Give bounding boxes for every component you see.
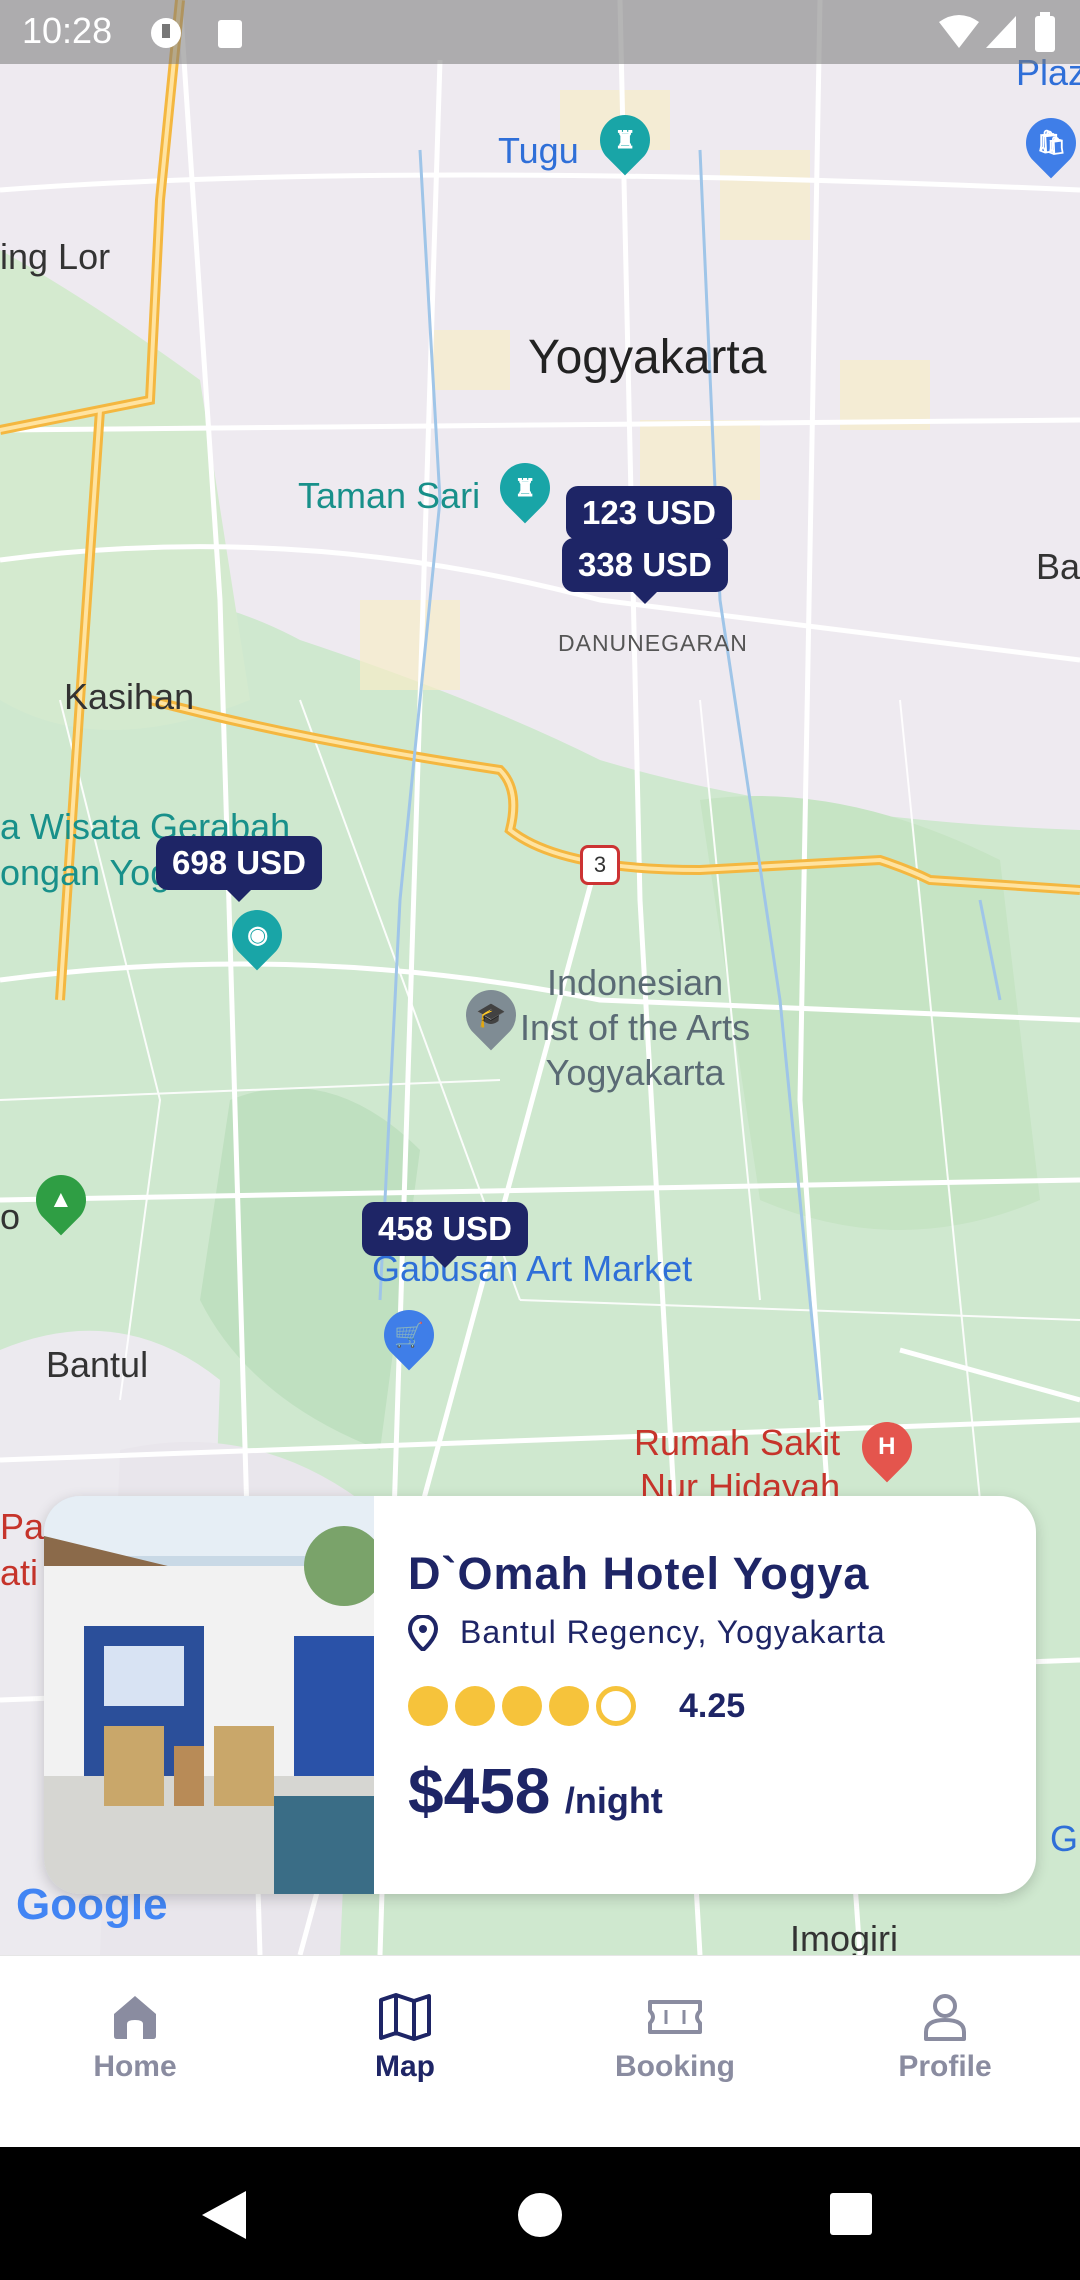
place-label-imogiri: Imogiri — [790, 1918, 899, 1955]
price-unit: /night — [564, 1780, 663, 1821]
ticket-icon — [648, 2000, 702, 2034]
rating-star-icon — [549, 1686, 589, 1726]
signal-icon — [986, 16, 1016, 48]
map-icon — [379, 1993, 431, 2041]
nav-label-booking: Booking — [615, 2050, 735, 2083]
hotel-price: $458 /night — [408, 1754, 663, 1828]
place-label-isi: Indonesian Inst of the Arts Yogyakarta — [520, 960, 750, 1095]
nav-item-booking[interactable]: Booking — [540, 1956, 810, 2148]
hotel-location: Bantul Regency, Yogyakarta — [460, 1614, 886, 1650]
nav-label-profile: Profile — [898, 2050, 992, 2083]
nav-label-home: Home — [93, 2050, 177, 2083]
nav-label-map: Map — [375, 2050, 435, 2083]
rating-value: 4.25 — [679, 1686, 746, 1725]
place-label-rs-line1: Rumah Sakit — [634, 1422, 841, 1463]
battery-icon — [1035, 12, 1055, 52]
place-label-isi-line1: Indonesian — [546, 962, 724, 1003]
recents-icon[interactable] — [828, 2191, 874, 2237]
price-amount: $458 — [408, 1755, 551, 1827]
rating-star-empty-icon — [596, 1686, 636, 1726]
place-label-ring-lor: ing Lor — [0, 236, 111, 277]
price-marker[interactable]: 123 USD — [566, 486, 732, 552]
place-label-yogyakarta: Yogyakarta — [528, 331, 767, 384]
place-label-isi-line3: Yogyakarta — [545, 1052, 725, 1093]
price-marker[interactable]: 458 USD — [362, 1202, 528, 1268]
place-label-kasihan: Kasihan — [64, 676, 195, 717]
hotel-photo — [44, 1496, 374, 1894]
place-label-g: G — [1050, 1818, 1079, 1859]
place-label-wisata-line2: ongan Yog — [0, 852, 171, 893]
rating-star-icon — [455, 1686, 495, 1726]
hotel-rating: 4.25 — [408, 1686, 745, 1726]
price-marker[interactable]: 338 USD — [562, 538, 728, 604]
place-label-ba: Ba — [1036, 546, 1080, 587]
road-number-badge: 3 — [580, 845, 620, 885]
place-label-taman-sari: Taman Sari — [298, 475, 481, 516]
back-icon[interactable] — [196, 2187, 252, 2243]
place-label-o: o — [0, 1196, 21, 1237]
place-label-bantul: Bantul — [46, 1344, 149, 1385]
nav-item-home[interactable]: Home — [0, 1956, 270, 2148]
home-circle-icon[interactable] — [516, 2191, 564, 2239]
person-icon — [924, 1994, 966, 2041]
nav-item-map[interactable]: Map — [270, 1956, 540, 2148]
place-label-ati: ati — [0, 1552, 39, 1593]
system-navigation-bar — [0, 2147, 1080, 2280]
place-label-tugu: Tugu — [498, 130, 579, 171]
hotel-name: D`Omah Hotel Yogya — [408, 1548, 870, 1599]
status-bar: 10:28 — [0, 0, 1080, 64]
wifi-icon — [939, 15, 979, 48]
home-icon — [114, 1996, 156, 2039]
bottom-nav: Home Map Booking Profile — [0, 1955, 1080, 2148]
place-label-danunegaran: DANUNEGARAN — [558, 630, 748, 656]
status-app-icons — [151, 18, 242, 48]
place-label-isi-line2: Inst of the Arts — [520, 1007, 751, 1048]
status-time: 10:28 — [22, 10, 113, 51]
rating-star-icon — [502, 1686, 542, 1726]
nav-item-profile[interactable]: Profile — [810, 1956, 1080, 2148]
hotel-location-row: Bantul Regency, Yogyakarta — [408, 1614, 886, 1651]
location-pin-icon — [408, 1614, 438, 1651]
price-marker[interactable]: 698 USD — [156, 836, 322, 902]
hotel-card[interactable]: D`Omah Hotel Yogya Bantul Regency, Yogya… — [44, 1496, 1036, 1894]
rating-star-icon — [408, 1686, 448, 1726]
